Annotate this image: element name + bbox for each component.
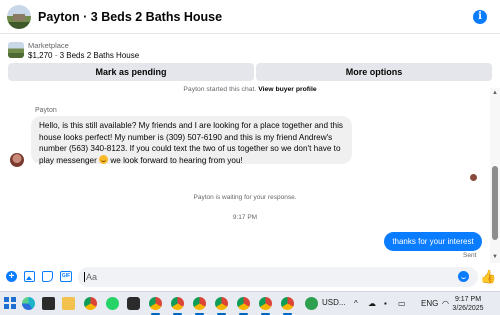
clock-time: 9:17 PM [454, 296, 482, 303]
incoming-message[interactable]: Hello, is this still available? My frien… [31, 116, 352, 165]
image-icon[interactable] [24, 271, 35, 282]
listing-avatar[interactable] [7, 5, 31, 29]
edge-browser-icon[interactable] [22, 297, 35, 310]
message-input[interactable]: Aa [78, 267, 478, 287]
listing-thumbnail[interactable] [8, 42, 24, 58]
app-icon[interactable] [127, 297, 140, 310]
emoji-icon[interactable] [458, 271, 469, 282]
chrome-profile-icon[interactable] [215, 297, 228, 315]
sent-status: Sent [463, 252, 477, 259]
chat-started-notice: Payton started this chat. View buyer pro… [0, 86, 500, 93]
whatsapp-icon[interactable] [106, 297, 119, 310]
chrome-profile-icon[interactable] [171, 297, 184, 315]
chat-started-text: Payton started this chat. [183, 86, 257, 93]
chrome-profile-icon[interactable] [259, 297, 272, 315]
windows-taskbar: USD... ^ ☁ ▪ ▭ ENG ◠ 9:17 PM 3/26/2025 [0, 291, 500, 315]
scroll-up-icon[interactable]: ▲ [491, 90, 499, 96]
scrollbar-thumb[interactable] [492, 166, 498, 240]
view-buyer-profile-link[interactable]: View buyer profile [258, 86, 316, 93]
chrome-profile-icon[interactable] [149, 297, 162, 315]
message-placeholder: Aa [86, 272, 98, 282]
waiting-notice: Payton is waiting for your response. [193, 194, 297, 201]
plus-icon[interactable]: + [6, 271, 17, 282]
outgoing-message[interactable]: thanks for your interest [384, 232, 482, 251]
read-receipt-avatar [470, 174, 477, 181]
info-icon[interactable]: i [473, 10, 487, 24]
currency-widget-icon[interactable] [305, 297, 318, 310]
clock-date: 3/26/2025 [452, 305, 484, 312]
chrome-icon[interactable] [84, 297, 97, 310]
chevron-up-icon[interactable]: ^ [354, 299, 358, 308]
sender-avatar[interactable] [10, 153, 24, 167]
chat-title[interactable]: Payton · 3 Beds 2 Baths House [38, 10, 222, 24]
chat-scrollbar[interactable]: ▲ ▼ [490, 88, 500, 263]
camera-icon[interactable]: ▪ [384, 299, 387, 308]
listing-price-title[interactable]: $1,270 · 3 Beds 2 Baths House [28, 51, 139, 60]
more-options-button[interactable]: More options [256, 63, 492, 81]
thumbs-up-icon[interactable]: 👍 [480, 269, 496, 285]
task-view-icon[interactable] [42, 297, 55, 310]
chrome-profile-icon[interactable] [237, 297, 250, 315]
display-icon[interactable]: ▭ [398, 299, 406, 308]
message-thread: Payton Hello, is this still available? M… [0, 96, 490, 263]
marketplace-label: Marketplace [28, 41, 69, 50]
file-explorer-icon[interactable] [62, 297, 75, 310]
windows-start-icon[interactable] [4, 297, 17, 310]
chat-header: Payton · 3 Beds 2 Baths House i [0, 0, 500, 34]
chrome-profile-icon[interactable] [281, 297, 294, 315]
system-clock[interactable]: 9:17 PM 3/26/2025 [440, 295, 496, 313]
scroll-down-icon[interactable]: ▼ [491, 254, 499, 260]
smile-emoji-icon [99, 154, 109, 164]
mark-as-pending-button[interactable]: Mark as pending [8, 63, 254, 81]
chrome-profile-icon[interactable] [193, 297, 206, 315]
incoming-message-text-end: we look forward to hearing from you! [108, 155, 243, 165]
onedrive-icon[interactable]: ☁ [368, 299, 376, 308]
sender-name: Payton [35, 107, 57, 114]
message-timestamp: 9:17 PM [232, 214, 258, 221]
language-indicator[interactable]: ENG [421, 299, 438, 308]
message-composer: + GIF Aa 👍 [0, 264, 500, 290]
gif-icon[interactable]: GIF [60, 271, 72, 282]
text-cursor [84, 272, 85, 282]
sticker-icon[interactable] [42, 271, 53, 282]
currency-widget-label[interactable]: USD... [322, 298, 346, 307]
